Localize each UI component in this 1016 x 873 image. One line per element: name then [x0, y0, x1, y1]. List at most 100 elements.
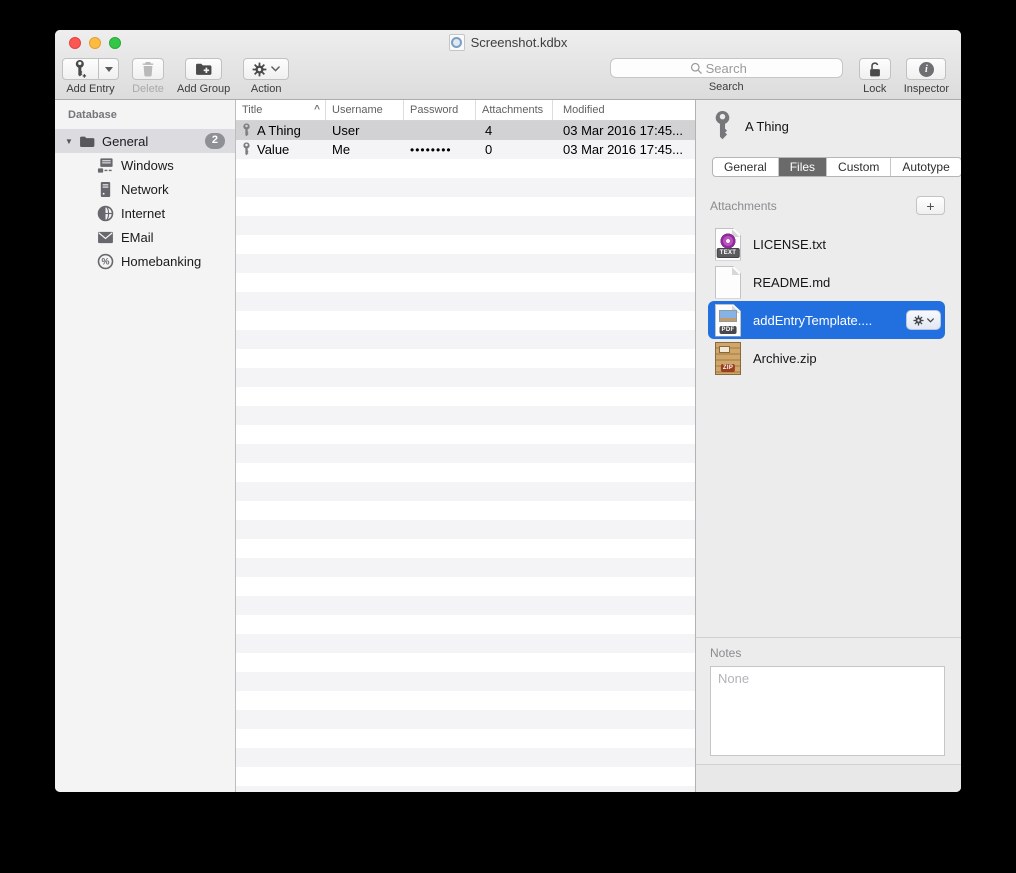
internet-globe-icon: [97, 205, 114, 222]
attachment-name: LICENSE.txt: [753, 237, 941, 252]
add-group-label: Add Group: [177, 83, 230, 95]
attachment-row[interactable]: TEXT LICENSE.txt: [708, 225, 945, 263]
sidebar: Database ▼ General 2: [55, 100, 236, 792]
add-entry-button[interactable]: [62, 58, 99, 80]
cell-title: A Thing: [257, 123, 301, 138]
action-label: Action: [251, 83, 282, 95]
sidebar-item[interactable]: % Internet: [55, 201, 235, 225]
chevron-down-icon: [927, 318, 934, 323]
file-icon: TEXT: [715, 228, 741, 261]
inspector-tabs: General Files Custom Autotype: [712, 157, 961, 177]
toolbar-right: Search Lock i Inspector: [610, 58, 949, 95]
file-icon: ZIP: [715, 342, 741, 375]
sidebar-item[interactable]: % Homebanking: [55, 249, 235, 273]
attachments-header: Attachments +: [710, 196, 945, 215]
sidebar-item-label: Network: [121, 182, 169, 197]
attachment-row[interactable]: PDF addEntryTemplate....: [708, 301, 945, 339]
lock-button[interactable]: [859, 58, 891, 80]
search-input[interactable]: [611, 59, 842, 77]
action-group: Action: [243, 58, 289, 95]
app-window: Screenshot.kdbx Add Entry: [55, 30, 961, 792]
attachments-label: Attachments: [710, 199, 777, 213]
attachment-row[interactable]: README.md: [708, 263, 945, 301]
sidebar-item-label: Windows: [121, 158, 174, 173]
search-group: Search: [610, 58, 843, 93]
inspector-label: Inspector: [904, 83, 949, 95]
document-icon: [449, 34, 465, 51]
zoom-button[interactable]: [109, 37, 121, 49]
sidebar-item[interactable]: % Windows: [55, 153, 235, 177]
attachment-list: TEXT LICENSE.txt: [708, 225, 945, 377]
delete-button[interactable]: [132, 58, 164, 80]
sidebar-item-label: Homebanking: [121, 254, 201, 269]
cell-title: Value: [257, 142, 289, 157]
sidebar-item-icon: %: [96, 204, 114, 222]
add-attachment-button[interactable]: +: [916, 196, 945, 215]
sidebar-header: Database: [55, 109, 235, 129]
notes-label: Notes: [710, 646, 945, 660]
entry-table: Title Username Password Attachments Modi…: [236, 100, 696, 792]
table-row[interactable]: A Thing User 4 03 Mar 2016 17:45...: [236, 121, 695, 140]
sidebar-items: % Windows % Network: [55, 153, 235, 273]
notes-section: Notes: [696, 638, 961, 764]
delete-label: Delete: [132, 83, 164, 95]
folder-plus-icon: [195, 62, 212, 76]
key-icon: [242, 142, 251, 157]
attachment-name: addEntryTemplate....: [753, 313, 906, 328]
traffic-lights: [69, 37, 121, 49]
sidebar-item[interactable]: % EMail: [55, 225, 235, 249]
network-icon: [98, 181, 113, 198]
sidebar-item-icon: %: [96, 180, 114, 198]
inspector-entry-title: A Thing: [745, 119, 789, 134]
tab[interactable]: Custom: [827, 158, 891, 176]
folder-icon: [79, 135, 95, 148]
add-group-group: Add Group: [177, 58, 230, 95]
search-field: [610, 58, 843, 78]
tab[interactable]: Files: [779, 158, 827, 176]
action-button[interactable]: [243, 58, 289, 80]
window-title: Screenshot.kdbx: [471, 35, 568, 50]
windows-icon: [97, 157, 114, 174]
window-title-area: Screenshot.kdbx: [55, 30, 961, 55]
add-group-button[interactable]: [185, 58, 222, 80]
attachment-name: README.md: [753, 275, 941, 290]
add-entry-group: Add Entry: [62, 58, 119, 95]
notes-textarea[interactable]: [710, 666, 945, 756]
add-entry-label: Add Entry: [66, 83, 114, 95]
info-icon: i: [919, 62, 934, 77]
content: Database ▼ General 2: [55, 100, 961, 792]
sidebar-item-label: EMail: [121, 230, 154, 245]
tab[interactable]: Autotype: [891, 158, 960, 176]
minimize-button[interactable]: [89, 37, 101, 49]
attachment-name: Archive.zip: [753, 351, 941, 366]
key-icon: [712, 111, 733, 142]
search-icon: [690, 62, 703, 75]
file-icon: PDF: [715, 304, 741, 337]
key-plus-icon: [74, 60, 87, 79]
disclosure-triangle-icon[interactable]: ▼: [65, 137, 79, 146]
inspector-button[interactable]: i: [906, 58, 946, 80]
titlebar[interactable]: Screenshot.kdbx: [55, 30, 961, 55]
email-envelope-icon: [97, 231, 114, 244]
file-icon: [715, 266, 741, 299]
column-header[interactable]: Attachments: [476, 100, 553, 120]
table-row[interactable]: Value Me •••••••• 0 03 Mar 2016 17:45...: [236, 140, 695, 159]
inspector-entry-header: A Thing: [696, 100, 961, 142]
sidebar-item-label: Internet: [121, 206, 165, 221]
column-header[interactable]: Title: [236, 100, 326, 120]
close-button[interactable]: [69, 37, 81, 49]
column-header[interactable]: Password: [404, 100, 476, 120]
attachment-row[interactable]: ZIP Archive.zip: [708, 339, 945, 377]
lock-label: Lock: [863, 83, 886, 95]
svg-text:%: %: [101, 256, 109, 266]
column-header[interactable]: Username: [326, 100, 404, 120]
sidebar-group-general[interactable]: ▼ General 2: [55, 129, 235, 153]
trash-icon: [141, 61, 155, 77]
tab[interactable]: General: [713, 158, 779, 176]
add-entry-dropdown[interactable]: [99, 58, 119, 80]
column-header[interactable]: Modified: [553, 100, 695, 120]
sidebar-item[interactable]: % Network: [55, 177, 235, 201]
dropdown-arrow-icon: [105, 67, 113, 72]
cell-username: User: [326, 123, 404, 138]
attachment-action-button[interactable]: [906, 310, 941, 330]
